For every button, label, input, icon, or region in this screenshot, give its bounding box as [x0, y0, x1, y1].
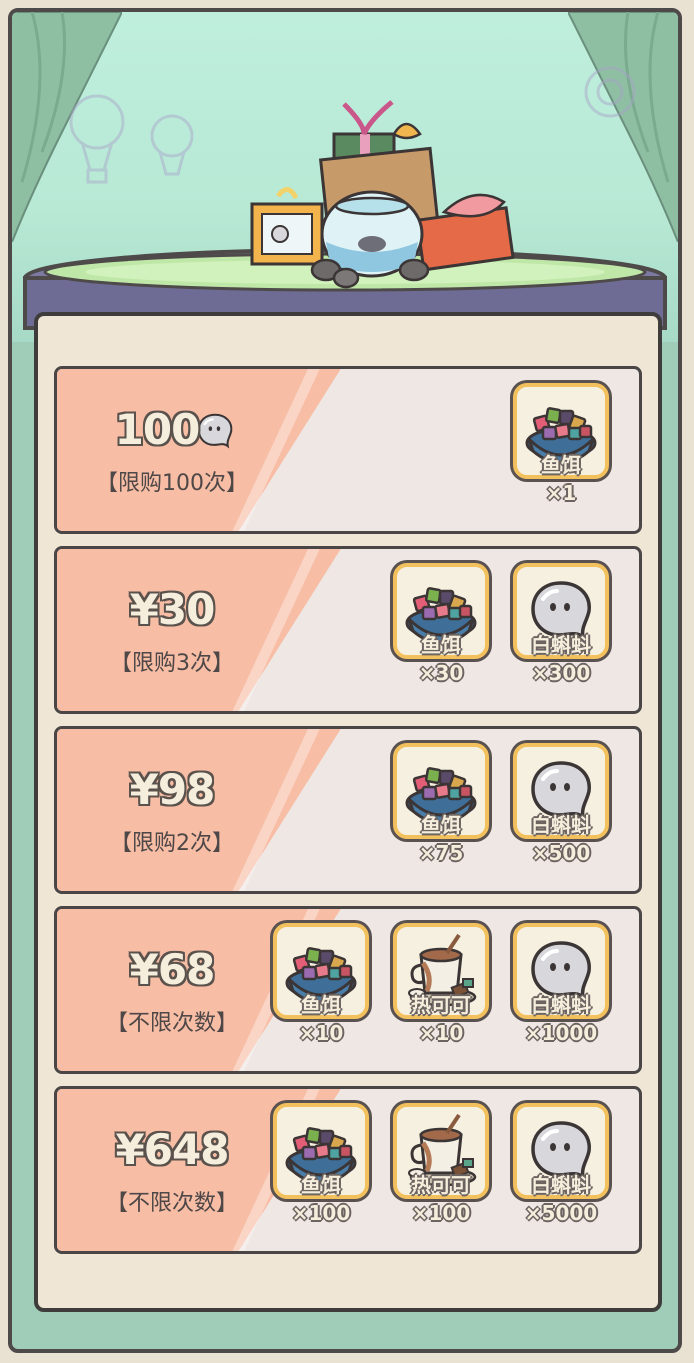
gift-pile — [250, 100, 515, 289]
reward-name: 鱼饵 — [541, 453, 581, 477]
reward-name: 鱼饵 — [421, 813, 461, 837]
shop-frame: 100 【限购100次】 鱼饵 ×1 ¥30 【限购3次】 鱼饵 ×30 白蝌蚪 ×300 ¥98 【… — [8, 8, 682, 1353]
offer-card[interactable]: 100 【限购100次】 鱼饵 ×1 — [54, 366, 642, 534]
reward-name: 白蝌蚪 — [531, 1173, 591, 1197]
offer-price: 100 — [114, 405, 201, 454]
reward-item: 热可可 ×100 — [391, 1103, 491, 1227]
reward-item: 鱼饵 ×100 — [271, 1103, 371, 1227]
offer-card[interactable]: ¥648 【不限次数】 鱼饵 ×100 热可可 ×100 白蝌蚪 ×5000 — [54, 1086, 642, 1254]
reward-quantity: ×1000 — [524, 1021, 598, 1045]
reward-item: 热可可 ×10 — [391, 923, 491, 1047]
reward-quantity: ×1 — [545, 481, 577, 505]
reward-name: 鱼饵 — [421, 633, 461, 657]
reward-item: 白蝌蚪 ×5000 — [511, 1103, 611, 1227]
reward-quantity: ×5000 — [524, 1201, 598, 1225]
purchase-limit: 【不限次数】 — [105, 1011, 238, 1036]
reward-quantity: ×75 — [418, 841, 464, 865]
balloon-decoration — [69, 94, 125, 184]
reward-item: 鱼饵 ×10 — [271, 923, 371, 1047]
offer-price: ¥648 — [115, 1125, 230, 1174]
reward-name: 热可可 — [411, 1173, 471, 1197]
reward-item: 鱼饵 ×75 — [391, 743, 491, 867]
right-curtain — [568, 12, 678, 242]
reward-quantity: ×500 — [531, 841, 591, 865]
reward-name: 热可可 — [411, 993, 471, 1017]
reward-name: 白蝌蚪 — [531, 993, 591, 1017]
reward-quantity: ×30 — [418, 661, 464, 685]
reward-item: 鱼饵 ×1 — [511, 383, 611, 507]
spiral-decoration — [584, 66, 636, 118]
offer-price: ¥30 — [129, 585, 216, 634]
reward-quantity: ×100 — [291, 1201, 351, 1225]
shop-panel: 100 【限购100次】 鱼饵 ×1 ¥30 【限购3次】 鱼饵 ×30 白蝌蚪 ×300 ¥98 【… — [34, 312, 662, 1312]
reward-quantity: ×300 — [531, 661, 591, 685]
offer-card[interactable]: ¥98 【限购2次】 鱼饵 ×75 白蝌蚪 ×500 — [54, 726, 642, 894]
balloon-decoration — [150, 114, 194, 176]
purchase-limit: 【限购3次】 — [110, 651, 234, 676]
offer-card[interactable]: ¥68 【不限次数】 鱼饵 ×10 热可可 ×10 白蝌蚪 ×1000 — [54, 906, 642, 1074]
reward-quantity: ×10 — [298, 1021, 344, 1045]
purchase-limit: 【限购2次】 — [110, 831, 234, 856]
reward-name: 白蝌蚪 — [531, 633, 591, 657]
purchase-limit: 【限购100次】 — [96, 471, 248, 496]
reward-item: 白蝌蚪 ×1000 — [511, 923, 611, 1047]
reward-quantity: ×10 — [418, 1021, 464, 1045]
reward-item: 白蝌蚪 ×300 — [511, 563, 611, 687]
offer-price: ¥68 — [129, 945, 216, 994]
offer-price: ¥98 — [129, 765, 216, 814]
reward-item: 白蝌蚪 ×500 — [511, 743, 611, 867]
reward-name: 白蝌蚪 — [531, 813, 591, 837]
reward-name: 鱼饵 — [301, 1173, 341, 1197]
offer-card[interactable]: ¥30 【限购3次】 鱼饵 ×30 白蝌蚪 ×300 — [54, 546, 642, 714]
reward-item: 鱼饵 ×30 — [391, 563, 491, 687]
reward-quantity: ×100 — [411, 1201, 471, 1225]
purchase-limit: 【不限次数】 — [105, 1191, 238, 1216]
reward-name: 鱼饵 — [301, 993, 341, 1017]
